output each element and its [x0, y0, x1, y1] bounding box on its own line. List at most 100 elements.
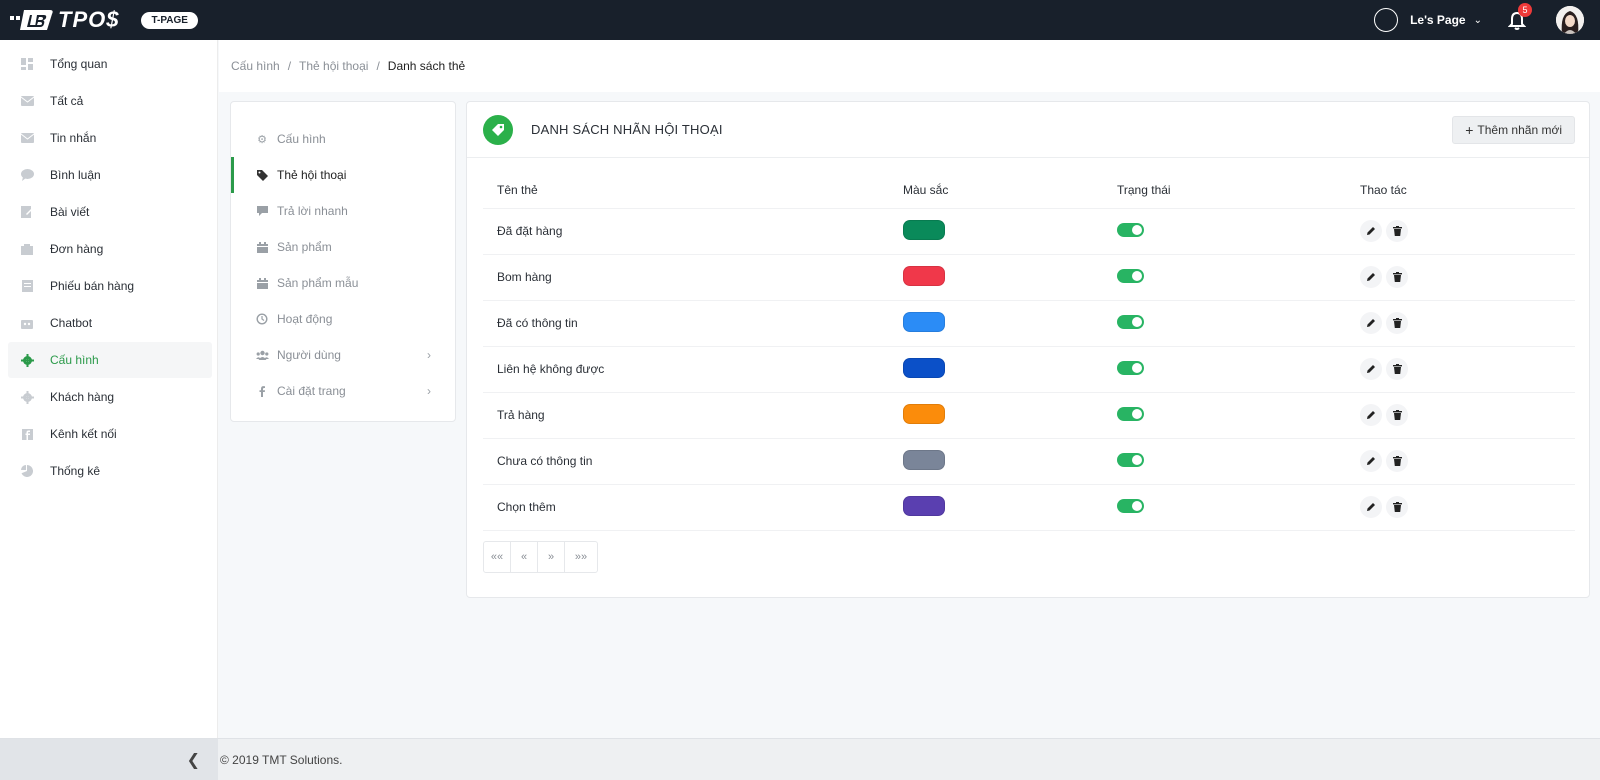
collapse-sidebar-button[interactable]: ❮	[0, 739, 218, 780]
submenu-item-conversation-tags[interactable]: Thẻ hội thoại	[231, 157, 455, 193]
add-tag-button[interactable]: + Thêm nhãn mới	[1452, 116, 1575, 144]
column-header-actions: Thao tác	[1346, 172, 1575, 209]
submenu-item-sample-products[interactable]: Sản phẩm mẫu	[231, 265, 455, 301]
sidebar-item-messages[interactable]: Tin nhắn	[8, 120, 212, 156]
status-toggle[interactable]	[1117, 360, 1144, 375]
pencil-icon	[1367, 227, 1375, 235]
notification-button[interactable]: 5	[1508, 3, 1532, 31]
pencil-icon	[1367, 319, 1375, 327]
status-toggle[interactable]	[1117, 314, 1144, 329]
submenu-item-users[interactable]: Người dùng ›	[231, 337, 455, 373]
page-name[interactable]: Le's Page	[1410, 13, 1466, 27]
tag-actions-cell	[1346, 254, 1575, 301]
settings-submenu: ⚙ Cấu hình Thẻ hội thoại Trả lời nhanh S…	[230, 101, 456, 422]
sidebar-item-settings[interactable]: Cấu hình	[8, 342, 212, 378]
color-swatch[interactable]	[903, 495, 945, 516]
chevron-right-icon: ›	[427, 384, 431, 398]
sidebar-item-comments[interactable]: Bình luận	[8, 157, 212, 193]
color-swatch[interactable]	[903, 403, 945, 424]
sidebar-item-label: Khách hàng	[50, 390, 115, 404]
submenu-item-quick-replies[interactable]: Trả lời nhanh	[231, 193, 455, 229]
tag-table: Tên thẻ Màu sắc Trạng thái Thao tác Đã đ…	[483, 172, 1575, 531]
plus-icon: +	[1465, 122, 1474, 138]
edit-button[interactable]	[1360, 404, 1382, 426]
submenu-item-activity[interactable]: Hoạt động	[231, 301, 455, 337]
status-toggle[interactable]	[1117, 406, 1144, 421]
delete-button[interactable]	[1386, 220, 1408, 242]
delete-button[interactable]	[1386, 266, 1408, 288]
robot-icon	[20, 316, 34, 330]
delete-button[interactable]	[1386, 404, 1408, 426]
table-row: Bom hàng	[483, 254, 1575, 301]
pencil-icon	[1367, 273, 1375, 281]
edit-button[interactable]	[1360, 496, 1382, 518]
delete-button[interactable]	[1386, 450, 1408, 472]
tag-name: Bom hàng	[483, 254, 889, 301]
sidebar-item-customers[interactable]: Khách hàng	[8, 379, 212, 415]
pencil-icon	[1367, 457, 1375, 465]
edit-button[interactable]	[1360, 358, 1382, 380]
status-toggle[interactable]	[1117, 452, 1144, 467]
sidebar-item-label: Tất cả	[50, 94, 84, 108]
pencil-icon	[1367, 411, 1375, 419]
edit-button[interactable]	[1360, 266, 1382, 288]
tag-status-cell	[1103, 438, 1346, 485]
breadcrumb-item-settings[interactable]: Cấu hình	[231, 59, 280, 73]
sidebar-item-label: Thống kê	[50, 464, 101, 478]
status-toggle[interactable]	[1117, 498, 1144, 513]
sidebar-item-chatbot[interactable]: Chatbot	[8, 305, 212, 341]
submenu-item-settings[interactable]: ⚙ Cấu hình	[231, 121, 455, 157]
edit-button[interactable]	[1360, 220, 1382, 242]
pagination-prev-button[interactable]: «	[511, 542, 538, 572]
gear-icon	[20, 390, 34, 404]
delete-button[interactable]	[1386, 358, 1408, 380]
pagination-first-button[interactable]: ««	[484, 542, 511, 572]
facebook-icon	[255, 385, 269, 397]
trash-icon	[1392, 502, 1402, 512]
status-toggle[interactable]	[1117, 268, 1144, 283]
submenu-item-label: Trả lời nhanh	[277, 204, 348, 218]
color-swatch[interactable]	[903, 311, 945, 332]
user-avatar-image	[1556, 6, 1584, 34]
card-header: DANH SÁCH NHÃN HỘI THOẠI + Thêm nhãn mới	[467, 102, 1589, 158]
color-swatch[interactable]	[903, 357, 945, 378]
color-swatch[interactable]	[903, 449, 945, 470]
color-swatch[interactable]	[903, 219, 945, 240]
color-swatch[interactable]	[903, 265, 945, 286]
sidebar-item-statistics[interactable]: Thống kê	[8, 453, 212, 489]
submenu-item-label: Cấu hình	[277, 132, 326, 146]
comment-icon	[255, 206, 269, 216]
sidebar-item-all[interactable]: Tất cả	[8, 83, 212, 119]
breadcrumb-item-conversation-tags[interactable]: Thẻ hội thoại	[299, 59, 368, 73]
user-avatar[interactable]	[1556, 6, 1584, 34]
tag-color-cell	[889, 438, 1103, 485]
sidebar-item-label: Bài viết	[50, 205, 90, 219]
sidebar-item-sales-receipts[interactable]: Phiếu bán hàng	[8, 268, 212, 304]
page-avatar[interactable]	[1374, 8, 1399, 32]
sidebar-item-posts[interactable]: Bài viết	[8, 194, 212, 230]
cart-icon	[20, 242, 34, 256]
delete-button[interactable]	[1386, 496, 1408, 518]
tag-name: Đã có thông tin	[483, 300, 889, 347]
submenu-item-page-settings[interactable]: Cài đặt trang ›	[231, 373, 455, 409]
sidebar-item-orders[interactable]: Đơn hàng	[8, 231, 212, 267]
delete-button[interactable]	[1386, 312, 1408, 334]
sidebar-item-label: Tin nhắn	[50, 131, 97, 145]
tag-status-cell	[1103, 392, 1346, 439]
dashboard-icon	[20, 57, 34, 71]
status-toggle[interactable]	[1117, 222, 1144, 237]
pagination-last-button[interactable]: »»	[565, 542, 597, 572]
pagination-next-button[interactable]: »	[538, 542, 565, 572]
sidebar-item-channels[interactable]: Kênh kết nối	[8, 416, 212, 452]
tag-color-cell	[889, 208, 1103, 255]
edit-button[interactable]	[1360, 450, 1382, 472]
edit-button[interactable]	[1360, 312, 1382, 334]
submenu-item-products[interactable]: Sản phẩm	[231, 229, 455, 265]
facebook-icon	[20, 427, 34, 441]
logo[interactable]: TPO$	[10, 6, 119, 34]
copyright: © 2019 TMT Solutions.	[220, 753, 343, 767]
chevron-down-icon[interactable]: ⌄	[1474, 15, 1482, 26]
tag-status-cell	[1103, 346, 1346, 393]
sidebar-item-overview[interactable]: Tổng quan	[8, 46, 212, 82]
inbox-icon	[20, 94, 34, 108]
